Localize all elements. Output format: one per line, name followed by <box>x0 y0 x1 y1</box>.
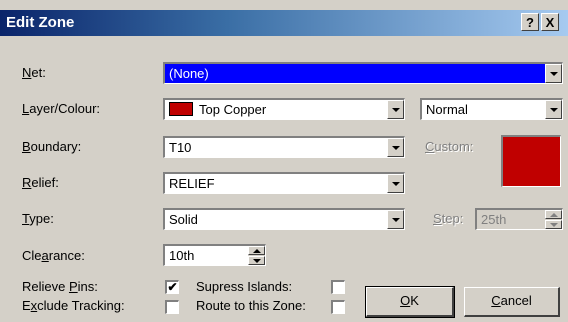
mode-value: Normal <box>426 102 468 117</box>
custom-color-box[interactable] <box>501 135 561 187</box>
close-button[interactable]: X <box>541 13 559 31</box>
step-label: Step: <box>433 211 464 226</box>
step-down-arrow-icon[interactable] <box>545 220 562 229</box>
relieve-pins-checkbox[interactable]: ✔ <box>165 280 179 294</box>
layer-dropdown[interactable]: Top Copper <box>163 98 405 120</box>
boundary-label: Boundary: <box>22 139 82 154</box>
net-dropdown[interactable]: (None) <box>163 62 563 84</box>
type-value: Solid <box>169 212 198 227</box>
net-value: (None) <box>169 66 209 81</box>
layer-value: Top Copper <box>199 102 267 117</box>
exclude-tracking-checkbox[interactable] <box>165 300 179 314</box>
step-spinner[interactable]: 25th <box>475 208 563 230</box>
layer-color-swatch <box>169 102 193 116</box>
clearance-up-arrow-icon[interactable] <box>248 246 265 255</box>
relief-dropdown[interactable]: RELIEF <box>163 172 405 194</box>
boundary-value: T10 <box>169 140 192 155</box>
boundary-dropdown[interactable]: T10 <box>163 136 405 158</box>
route-to-zone-checkbox[interactable] <box>331 300 345 314</box>
layer-dropdown-arrow-icon[interactable] <box>387 100 404 119</box>
exclude-tracking-label: Exclude Tracking: <box>22 298 125 313</box>
net-dropdown-arrow-icon[interactable] <box>545 64 562 83</box>
route-to-zone-label: Route to this Zone: <box>196 298 306 313</box>
clearance-label: Clearance: <box>22 248 85 263</box>
cancel-button[interactable]: Cancel <box>464 287 560 317</box>
supress-islands-label: Supress Islands: <box>196 279 293 294</box>
mode-dropdown[interactable]: Normal <box>420 98 563 120</box>
relief-dropdown-arrow-icon[interactable] <box>387 174 404 193</box>
type-dropdown-arrow-icon[interactable] <box>387 210 404 229</box>
help-button[interactable]: ? <box>521 13 539 31</box>
custom-label: Custom: <box>425 139 474 154</box>
relief-label: Relief: <box>22 175 59 190</box>
window-title: Edit Zone <box>6 14 75 31</box>
clearance-value: 10th <box>169 248 195 263</box>
supress-islands-checkbox[interactable] <box>331 280 345 294</box>
clearance-spinner[interactable]: 10th <box>163 244 266 266</box>
type-dropdown[interactable]: Solid <box>163 208 405 230</box>
layer-label: Layer/Colour: <box>22 101 101 116</box>
edit-zone-dialog: Edit Zone ? X Net: (None) Layer/Colour: … <box>0 0 568 322</box>
step-up-arrow-icon[interactable] <box>545 210 562 219</box>
net-label: Net: <box>22 65 46 80</box>
relief-value: RELIEF <box>169 176 215 191</box>
clearance-spin-buttons[interactable] <box>248 246 265 265</box>
title-bar[interactable]: Edit Zone ? X <box>0 10 568 36</box>
clearance-down-arrow-icon[interactable] <box>248 256 265 265</box>
ok-button[interactable]: OK <box>365 286 455 318</box>
relieve-pins-label: Relieve Pins: <box>22 279 98 294</box>
step-spin-buttons[interactable] <box>545 210 562 229</box>
boundary-dropdown-arrow-icon[interactable] <box>387 138 404 157</box>
type-label: Type: <box>22 211 54 226</box>
mode-dropdown-arrow-icon[interactable] <box>545 100 562 119</box>
step-value: 25th <box>481 212 507 227</box>
